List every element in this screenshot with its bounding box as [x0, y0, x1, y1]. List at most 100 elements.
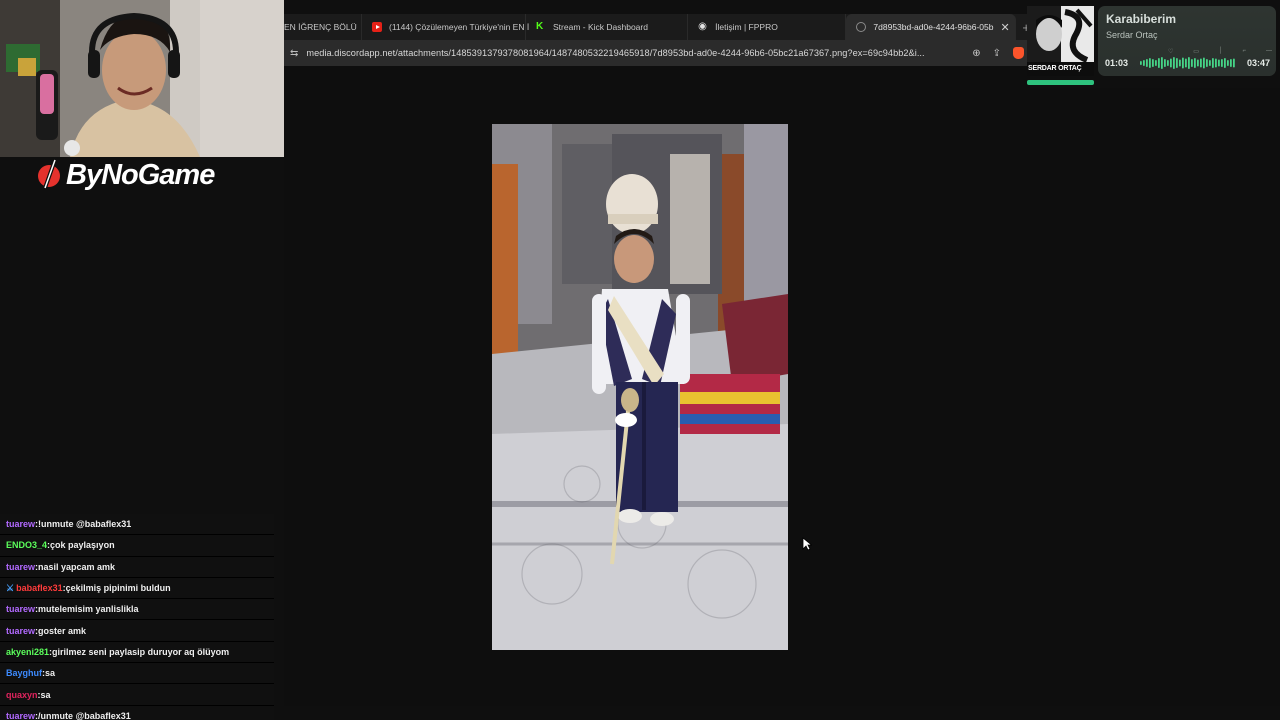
- waveform-bar: [1152, 59, 1154, 67]
- brave-shield-icon[interactable]: [1013, 47, 1024, 59]
- waveform-bar: [1215, 58, 1217, 68]
- chat-username[interactable]: tuarew: [6, 562, 35, 572]
- waveform-bar: [1212, 58, 1214, 68]
- tab-label: Stream - Kick Dashboard: [553, 22, 648, 32]
- waveform-bar: [1227, 60, 1229, 66]
- total-time: 03:47: [1246, 58, 1270, 68]
- address-bar: ⇆ media.discordapp.net/attachments/14853…: [284, 40, 1030, 66]
- chat-text: nasil yapcam amk: [38, 561, 116, 572]
- waveform-bar: [1140, 61, 1142, 65]
- album-progress-bar: [1027, 80, 1094, 85]
- share-icon[interactable]: ⇪: [993, 48, 1001, 59]
- channel-name: ByNoGame: [66, 158, 215, 191]
- chat-message: ⚔ babaflex31: çekilmiş pipinimi buldun: [0, 577, 274, 600]
- page-viewport-right: [1030, 88, 1280, 706]
- player-controls: ♡ ▭ │ ⌐ —: [1168, 48, 1272, 55]
- chat-text: girilmez seni paylasip duruyor aq ölüyom: [52, 646, 230, 657]
- waveform-bar: [1146, 59, 1148, 67]
- waveform-bar: [1155, 60, 1157, 66]
- chat-username[interactable]: tuarew: [6, 604, 35, 614]
- song-title: Karabiberim: [1106, 12, 1177, 26]
- kick-icon: K: [536, 21, 544, 32]
- waveform-bar: [1194, 58, 1196, 68]
- chat-message: tuarew: nasil yapcam amk: [0, 556, 274, 578]
- tab-3[interactable]: ◉ İletişim | FPPRO: [688, 14, 847, 40]
- close-icon[interactable]: ✕: [1000, 21, 1009, 34]
- chat-text: çekilmiş pipinimi buldun: [65, 583, 171, 594]
- waveform-bar: [1143, 60, 1145, 66]
- waveform-bar: [1188, 57, 1190, 69]
- waveform-bar: [1203, 57, 1205, 69]
- chat-text: mutelemisim yanlislikla: [38, 604, 139, 615]
- flame-icon: [36, 158, 62, 192]
- tab-1[interactable]: (1144) Çözülemeyen Türkiye'nin EN İ: [362, 14, 530, 40]
- chat-username[interactable]: babaflex31: [16, 583, 63, 593]
- song-artist: Serdar Ortaç: [1106, 30, 1158, 40]
- stream-scene: ByNoGame EN İĞRENÇ BÖLÜ (1144) Çözülemey…: [0, 0, 1280, 720]
- chat-message: tuarew: mutelemisim yanlislikla: [0, 599, 274, 621]
- waveform-bar: [1197, 59, 1199, 67]
- queue-icon[interactable]: ▭: [1193, 48, 1199, 55]
- chat-username[interactable]: tuarew: [6, 626, 35, 636]
- tab-4-active[interactable]: 7d8953bd-ad0e-4244-96b6-05b ✕: [846, 14, 1017, 40]
- chat-username[interactable]: quaxyn: [6, 690, 38, 700]
- tab-label: İletişim | FPPRO: [715, 22, 778, 32]
- channel-logo: ByNoGame: [36, 158, 215, 192]
- youtube-icon: [372, 22, 382, 32]
- chat-text: !unmute @babaflex31: [38, 519, 132, 530]
- chat-username[interactable]: tuarew: [6, 711, 35, 720]
- waveform-bar: [1149, 58, 1151, 68]
- music-player: Karabiberim Serdar Ortaç ♡ ▭ │ ⌐ — 01:03…: [1098, 6, 1276, 76]
- tab-label: 7d8953bd-ad0e-4244-96b6-05b: [873, 22, 994, 32]
- webcam-feed: [0, 0, 284, 157]
- tab-label: EN İĞRENÇ BÖLÜ: [284, 22, 357, 32]
- waveform-bar: [1224, 58, 1226, 68]
- browser-tabbar: EN İĞRENÇ BÖLÜ (1144) Çözülemeyen Türkiy…: [284, 14, 1030, 40]
- tab-0[interactable]: EN İĞRENÇ BÖLÜ: [284, 14, 362, 40]
- chat-message: akyeni281: girilmez seni paylasip duruyo…: [0, 641, 274, 664]
- heart-icon[interactable]: ♡: [1168, 48, 1173, 55]
- zoom-icon[interactable]: ⊕: [972, 48, 980, 59]
- chat-text: sa: [45, 668, 56, 679]
- chat-message: tuarew: goster amk: [0, 620, 274, 642]
- discord-icon: ◉: [698, 21, 707, 32]
- chat-overlay: tuarew: !unmute @babaflex31 ENDO3_4: çok …: [0, 514, 274, 720]
- waveform-bar: [1164, 59, 1166, 67]
- waveform-bar: [1158, 58, 1160, 68]
- chat-username[interactable]: ENDO3_4: [6, 540, 47, 550]
- waveform-bar: [1182, 57, 1184, 69]
- waveform-bar: [1206, 59, 1208, 67]
- url-field[interactable]: media.discordapp.net/attachments/1485391…: [306, 48, 964, 58]
- waveform-bar: [1233, 58, 1235, 68]
- waveform-bar: [1176, 58, 1178, 68]
- globe-icon: [856, 22, 867, 32]
- menu-icon[interactable]: —: [1266, 48, 1272, 54]
- lyrics-icon[interactable]: │: [1219, 48, 1223, 54]
- waveform-bar: [1230, 59, 1232, 67]
- chat-message: Bayghuf: sa: [0, 663, 274, 685]
- waveform-bar: [1161, 57, 1163, 69]
- album-art: SERDAR ORTAÇ: [1027, 6, 1094, 76]
- waveform-bar: [1170, 58, 1172, 68]
- waveform-bar: [1173, 57, 1175, 69]
- current-time: 01:03: [1105, 58, 1129, 68]
- chat-message: ENDO3_4: çok paylaşıyon: [0, 535, 274, 557]
- device-icon[interactable]: ⌐: [1243, 48, 1247, 54]
- mouse-cursor-icon: [802, 537, 812, 551]
- waveform-bar: [1209, 60, 1211, 66]
- chat-message: quaxyn: sa: [0, 684, 274, 706]
- waveform-bar: [1218, 59, 1220, 67]
- chat-username[interactable]: Bayghuf: [6, 668, 42, 678]
- chat-text: goster amk: [38, 625, 87, 636]
- chat-text: çok paylaşıyon: [50, 540, 115, 551]
- waveform-bar: [1185, 58, 1187, 68]
- tab-2[interactable]: K Stream - Kick Dashboard: [526, 14, 689, 40]
- tab-label: (1144) Çözülemeyen Türkiye'nin EN İ: [389, 22, 530, 32]
- site-settings-icon[interactable]: ⇆: [290, 48, 298, 59]
- sword-badge-icon: ⚔: [6, 582, 15, 593]
- chat-message: tuarew: /unmute @babaflex31: [0, 705, 274, 720]
- album-text: SERDAR ORTAÇ: [1028, 65, 1082, 72]
- chat-username[interactable]: tuarew: [6, 519, 35, 529]
- chat-username[interactable]: akyeni281: [6, 647, 49, 657]
- waveform: [1140, 57, 1235, 69]
